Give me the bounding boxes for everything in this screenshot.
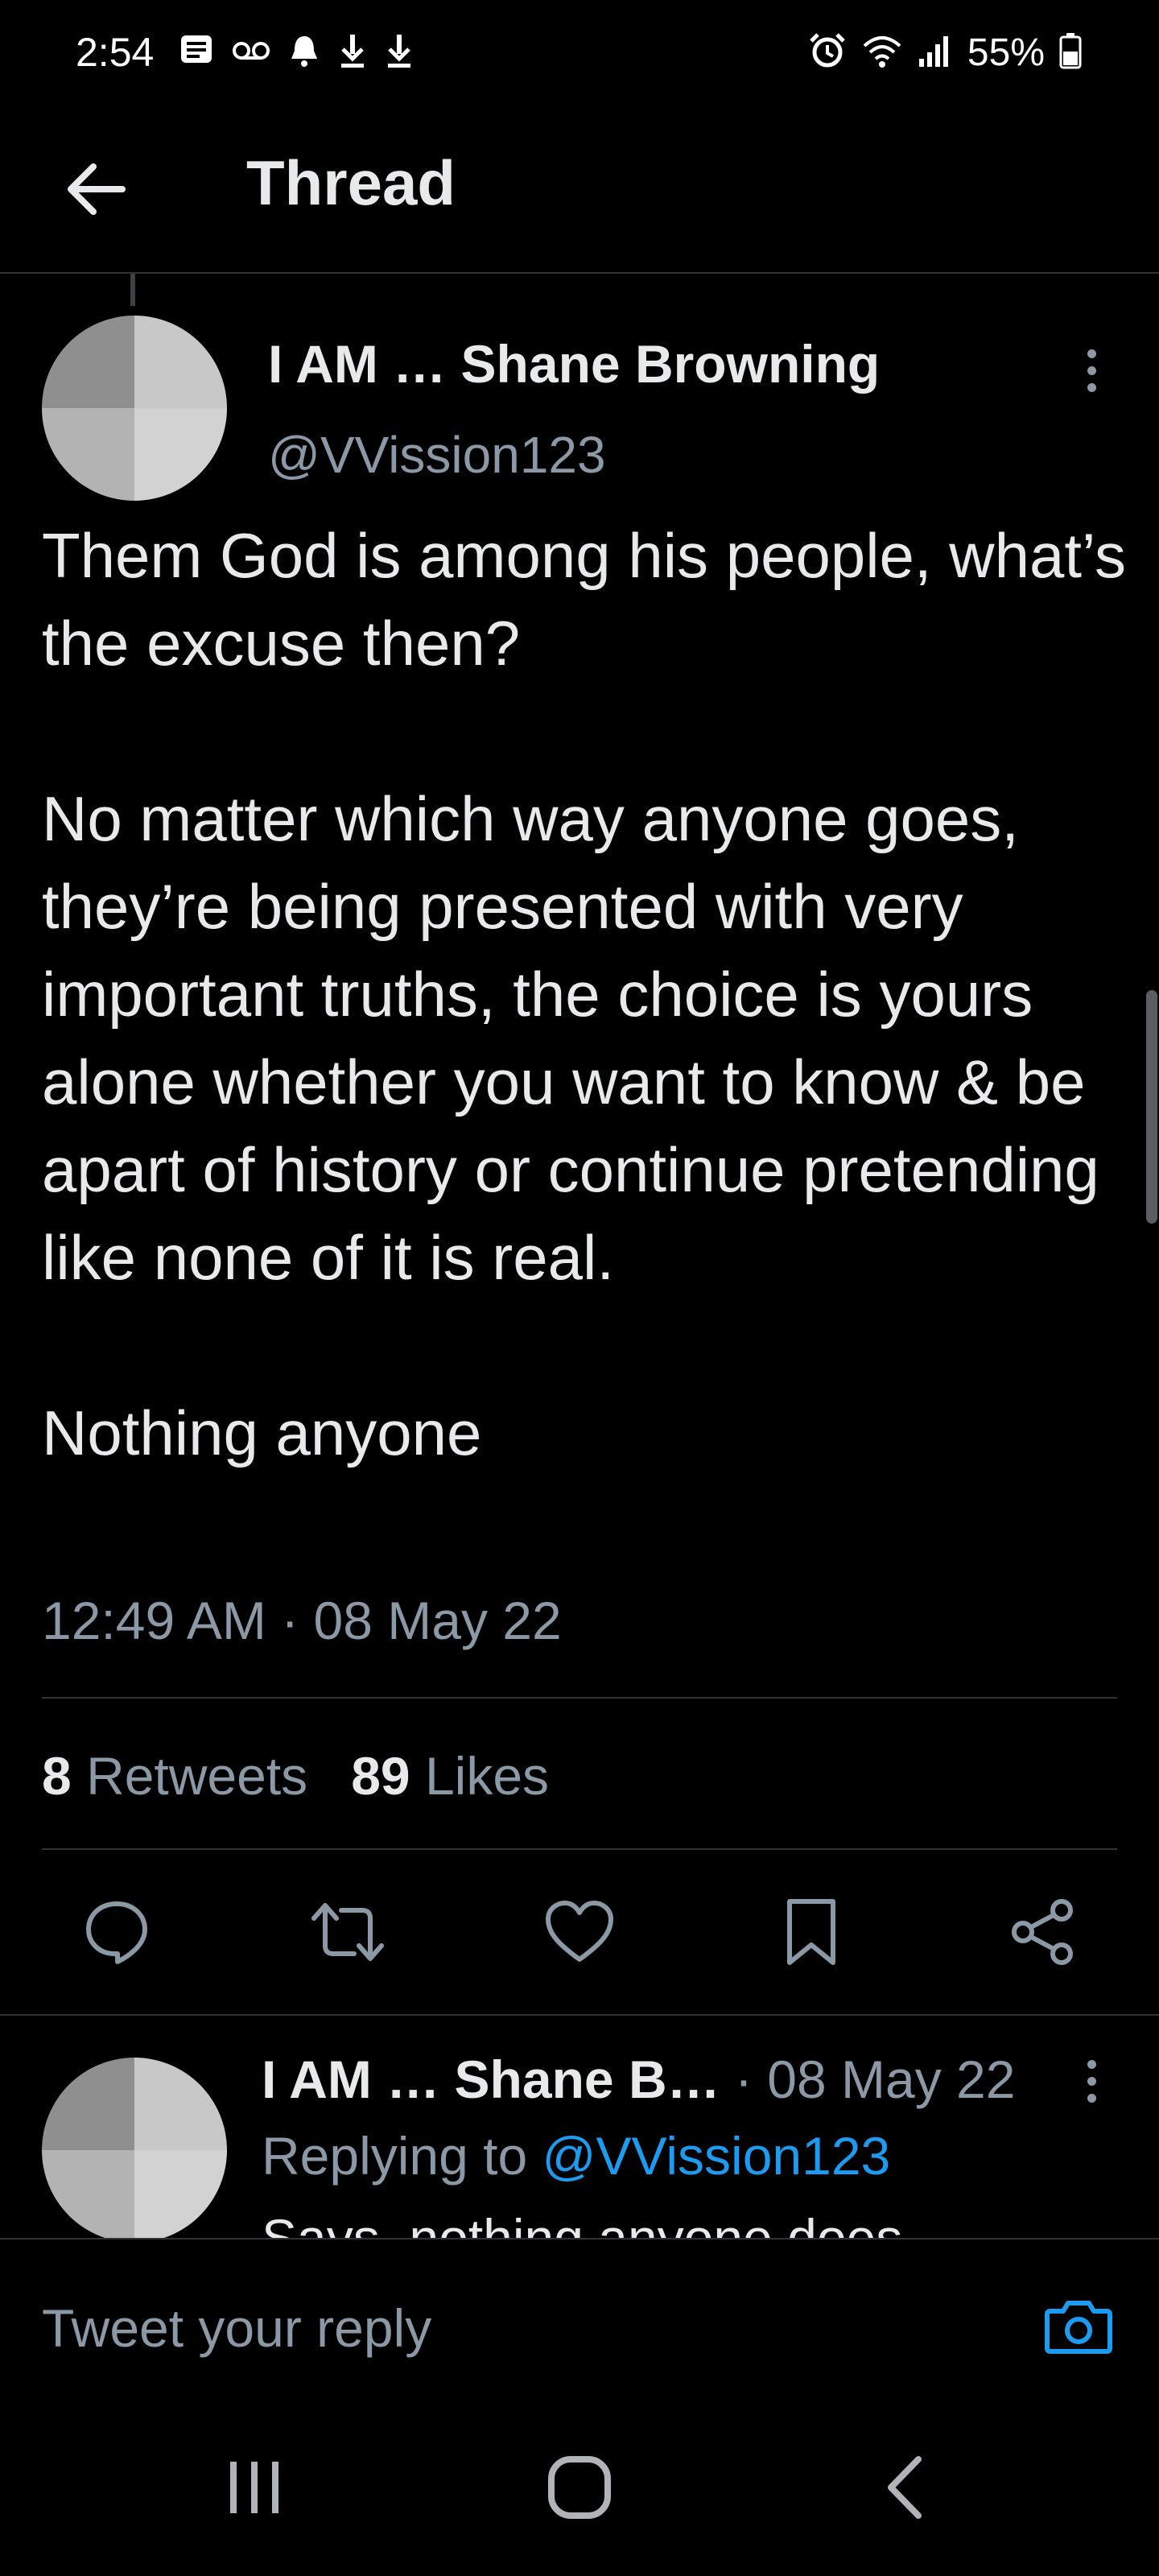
reply-text: Says, nothing anyone does [262, 2208, 903, 2238]
back-arrow-icon [68, 163, 126, 215]
reply-header: I AM … Shane B… · 08 May 22 [262, 2049, 1015, 2110]
retweet-icon [311, 1903, 384, 1961]
tweet-actions [0, 1884, 1159, 1980]
divider [42, 1848, 1117, 1850]
retweet-button[interactable] [299, 1884, 396, 1980]
retweets-label: Retweets [86, 1746, 308, 1806]
more-options-icon[interactable] [1067, 2045, 1116, 2117]
tweet-text: Them God is among his people, what’s the… [42, 520, 1126, 1468]
download-icon [338, 33, 367, 72]
likes-count: 89 [351, 1746, 410, 1806]
divider [42, 1697, 1117, 1699]
camera-button[interactable] [1038, 2286, 1119, 2367]
status-time: 2:54 [76, 30, 155, 75]
replying-to-handle[interactable]: @VVission123 [542, 2126, 891, 2186]
thread-header: Thread [0, 105, 1159, 274]
system-nav-bar [0, 2391, 1159, 2576]
likes-label: Likes [424, 1746, 550, 1806]
notification-bell-icon [288, 33, 320, 72]
more-options-icon[interactable] [1067, 334, 1116, 407]
download-icon [385, 33, 414, 72]
back-nav-button[interactable] [848, 2431, 961, 2544]
reply-button[interactable] [68, 1884, 165, 1980]
reply-icon [86, 1901, 147, 1964]
message-icon [179, 33, 214, 72]
chevron-left-icon [888, 2456, 922, 2519]
like-button[interactable] [531, 1884, 628, 1980]
signal-icon [918, 33, 953, 72]
home-icon [548, 2456, 611, 2519]
divider [0, 2014, 1159, 2016]
voicemail-icon [232, 39, 270, 67]
back-button[interactable] [56, 149, 137, 229]
battery-icon [1059, 32, 1082, 73]
recent-apps-button[interactable] [198, 2431, 311, 2544]
share-icon [1012, 1899, 1073, 1965]
avatar[interactable] [42, 316, 227, 501]
retweets-stat[interactable]: 8 Retweets [42, 1745, 307, 1806]
share-button[interactable] [995, 1884, 1091, 1980]
status-system-icons: 55% [808, 29, 1082, 76]
reply-composer: Tweet your reply [0, 2238, 1159, 2392]
recent-apps-icon [230, 2462, 278, 2513]
alarm-icon [808, 31, 847, 74]
thread-connector-line [130, 274, 135, 306]
wifi-icon [861, 33, 903, 72]
camera-icon [1045, 2301, 1112, 2354]
battery-percent: 55% [967, 31, 1045, 74]
replying-to-label: Replying to [262, 2126, 542, 2186]
status-notification-icons [179, 29, 414, 76]
home-button[interactable] [523, 2431, 636, 2544]
like-icon [546, 1901, 613, 1962]
author-handle[interactable]: @VVission123 [268, 425, 606, 485]
scrollbar[interactable] [1146, 990, 1157, 1224]
author-name[interactable]: I AM … Shane Browning [268, 333, 880, 394]
reply-avatar[interactable] [42, 2058, 227, 2243]
replying-to: Replying to @VVission123 [262, 2125, 890, 2186]
reply-author-name[interactable]: I AM … Shane B… [262, 2050, 720, 2109]
status-bar: 2:54 55% [0, 0, 1159, 105]
bookmark-button[interactable] [763, 1884, 860, 1980]
likes-stat[interactable]: 89 Likes [351, 1745, 549, 1806]
reply-date: · 08 May 22 [720, 2050, 1016, 2109]
tweet-stats: 8 Retweets 89 Likes [42, 1745, 549, 1806]
reply-input[interactable]: Tweet your reply [42, 2297, 431, 2359]
reply-text-container: Says, nothing anyone does [262, 2202, 1107, 2238]
tweet-timestamp[interactable]: 12:49 AM · 08 May 22 [42, 1590, 562, 1651]
bookmark-icon [787, 1899, 835, 1965]
retweets-count: 8 [42, 1746, 72, 1806]
page-title: Thread [246, 147, 456, 218]
